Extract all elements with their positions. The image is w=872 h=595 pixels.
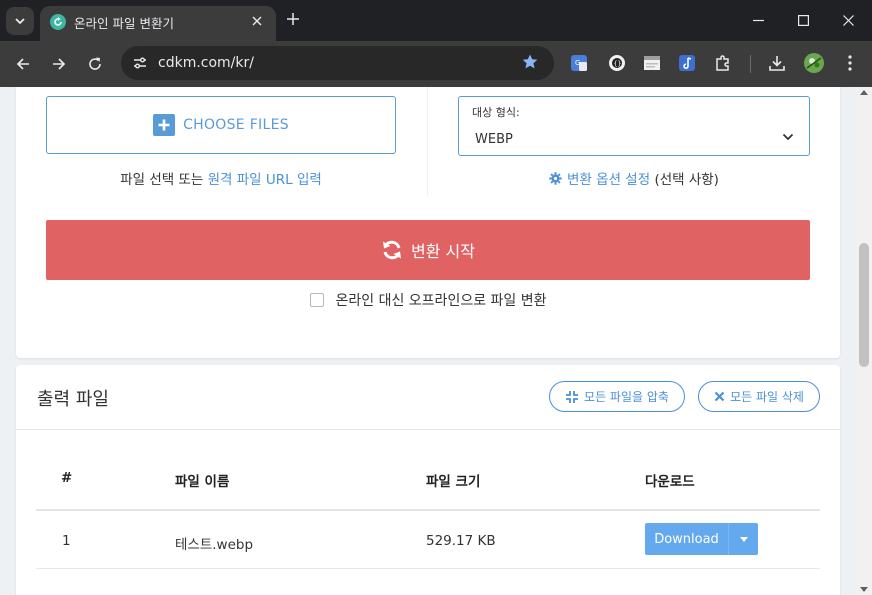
download-dropdown-toggle[interactable] xyxy=(729,523,758,555)
column-header-download: 다운로드 xyxy=(645,474,695,490)
scroll-down-arrow-icon[interactable] xyxy=(860,587,868,592)
browser-toolbar: cdkm.com/kr/ G {} xyxy=(0,41,872,87)
url-text: cdkm.com/kr/ xyxy=(158,55,254,71)
chevron-down-icon xyxy=(15,18,25,25)
column-header-name: 파일 이름 xyxy=(175,474,230,490)
row-file-name: 테스트.webp xyxy=(175,537,254,553)
conversion-options: 변환 옵션 설정 (선택 사항) xyxy=(458,168,810,188)
download-icon[interactable] xyxy=(766,52,788,74)
puzzle-extensions-icon[interactable] xyxy=(712,52,734,74)
browser-tab-active[interactable]: 온라인 파일 변환기 xyxy=(40,6,276,41)
converter-card: CHOOSE FILES 파일 선택 또는 원격 파일 URL 입력 대상 형식… xyxy=(16,87,840,358)
close-icon xyxy=(714,391,725,402)
compress-all-label: 모든 파일을 압축 xyxy=(584,390,669,404)
delete-all-button[interactable]: 모든 파일 삭제 xyxy=(698,381,820,412)
forward-arrow-icon[interactable] xyxy=(46,51,72,77)
start-convert-button[interactable]: 변환 시작 xyxy=(46,220,810,280)
svg-text:{}: {} xyxy=(614,60,622,68)
tab-title: 온라인 파일 변환기 xyxy=(74,16,174,31)
choose-files-button[interactable]: CHOOSE FILES xyxy=(46,96,396,154)
choose-files-label: CHOOSE FILES xyxy=(183,117,289,133)
tab-search-button[interactable] xyxy=(6,7,34,35)
menu-dots-icon[interactable] xyxy=(839,52,861,74)
chevron-down-icon xyxy=(781,130,795,144)
delete-all-label: 모든 파일 삭제 xyxy=(730,390,804,404)
target-format-label: 대상 형식: xyxy=(472,106,520,119)
download-button[interactable]: Download xyxy=(645,523,729,555)
code-extension-icon[interactable]: {} xyxy=(606,52,628,74)
offline-checkbox[interactable] xyxy=(309,293,324,307)
music-extension-icon[interactable] xyxy=(676,52,698,74)
back-arrow-icon[interactable] xyxy=(10,51,36,77)
page-viewport: CHOOSE FILES 파일 선택 또는 원격 파일 URL 입력 대상 형식… xyxy=(0,87,856,595)
output-files-card: 출력 파일 모든 파일을 압축 모든 파일 삭제 # 파일 이름 파일 크기 다… xyxy=(16,365,840,595)
toolbar-separator xyxy=(750,55,751,73)
download-button-group: Download xyxy=(645,523,758,555)
output-header-divider xyxy=(16,429,840,430)
refresh-icon xyxy=(383,240,402,260)
close-window-icon[interactable] xyxy=(826,0,870,40)
plus-icon xyxy=(153,114,176,136)
minimize-icon[interactable] xyxy=(736,0,780,40)
address-bar[interactable]: cdkm.com/kr/ xyxy=(121,46,554,80)
options-settings-link[interactable]: 변환 옵션 설정 xyxy=(567,172,650,188)
refresh-favicon-icon xyxy=(50,14,66,30)
output-title: 출력 파일 xyxy=(37,389,109,410)
caret-down-icon xyxy=(739,536,748,542)
profile-avatar[interactable] xyxy=(803,52,825,74)
column-header-size: 파일 크기 xyxy=(426,474,481,490)
site-info-icon[interactable] xyxy=(127,50,153,76)
compress-icon xyxy=(566,390,579,403)
file-hint: 파일 선택 또는 원격 파일 URL 입력 xyxy=(46,168,396,188)
offline-label: 온라인 대신 오프라인으로 파일 변환 xyxy=(335,293,547,309)
target-format-value: WEBP xyxy=(475,132,513,147)
table-header-line xyxy=(36,509,820,511)
window-extension-icon[interactable] xyxy=(641,52,663,74)
maximize-icon[interactable] xyxy=(781,0,825,40)
table-row-divider xyxy=(36,568,820,569)
close-tab-icon[interactable] xyxy=(248,12,266,30)
row-index: 1 xyxy=(62,533,71,549)
file-hint-text: 파일 선택 또는 xyxy=(120,172,208,188)
translate-extension-icon[interactable]: G xyxy=(568,52,590,74)
svg-text:G: G xyxy=(575,59,580,67)
target-format-select[interactable]: 대상 형식: WEBP xyxy=(458,96,810,156)
column-divider xyxy=(427,87,428,195)
browser-tab-bar: 온라인 파일 변환기 xyxy=(0,0,872,41)
row-file-size: 529.17 KB xyxy=(426,533,496,549)
offline-option: 온라인 대신 오프라인으로 파일 변환 xyxy=(46,290,810,310)
options-optional-text: (선택 사항) xyxy=(650,172,719,188)
gear-icon xyxy=(549,171,562,185)
remote-url-link[interactable]: 원격 파일 URL 입력 xyxy=(208,172,322,188)
scrollbar-thumb[interactable] xyxy=(859,243,869,367)
start-convert-label: 변환 시작 xyxy=(411,242,475,261)
bookmark-star-icon[interactable] xyxy=(520,52,540,72)
page-scrollbar[interactable] xyxy=(856,87,872,595)
scroll-up-arrow-icon[interactable] xyxy=(860,90,868,95)
reload-icon[interactable] xyxy=(82,51,108,77)
compress-all-button[interactable]: 모든 파일을 압축 xyxy=(549,381,685,412)
new-tab-icon[interactable] xyxy=(283,9,303,29)
column-header-index: # xyxy=(61,470,73,486)
